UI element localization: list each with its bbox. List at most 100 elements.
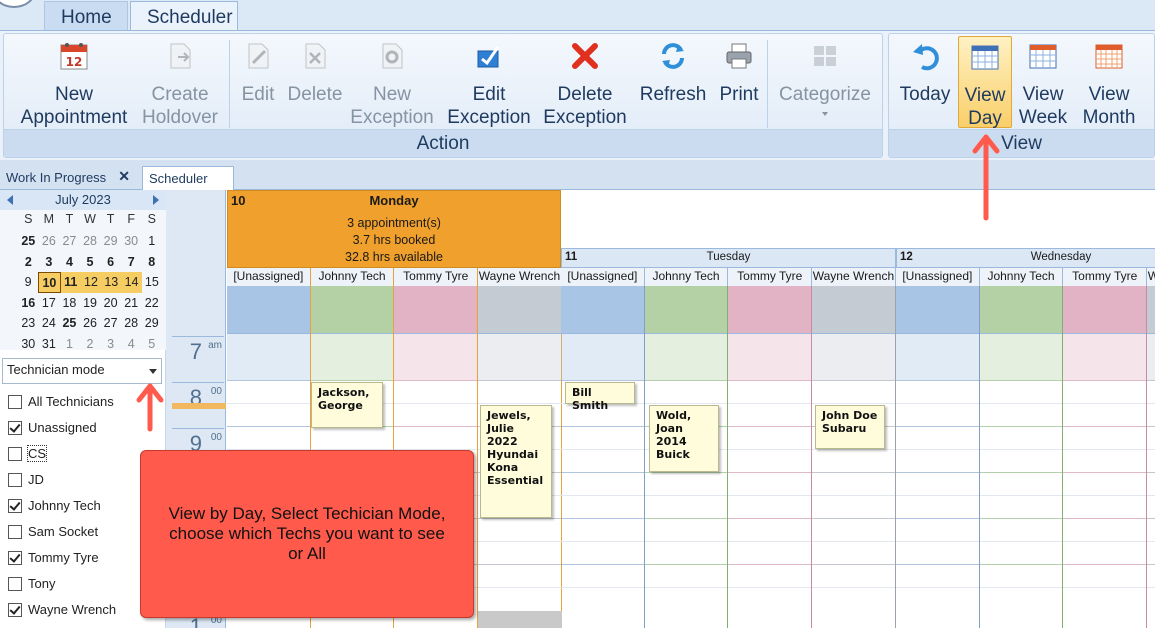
resource-header[interactable]: Wayne Wrench [478, 268, 562, 286]
appointment-card[interactable]: Wold, Joan 2014 Buick [649, 405, 719, 472]
calendar-day[interactable]: 25 [18, 231, 39, 252]
calendar-day[interactable]: 4 [59, 252, 80, 273]
calendar-day[interactable]: 5 [80, 252, 101, 273]
resource-column[interactable] [561, 286, 645, 628]
calendar-day[interactable]: 26 [39, 231, 60, 252]
categorize-button[interactable]: Categorize [774, 36, 876, 128]
all-day-area[interactable] [1147, 286, 1155, 334]
all-day-area[interactable] [478, 286, 561, 334]
all-day-area[interactable] [896, 286, 979, 334]
calendar-day[interactable]: 26 [80, 313, 101, 334]
calendar-day[interactable]: 9 [18, 272, 38, 293]
view-day-button[interactable]: View Day [958, 36, 1012, 129]
off-hours-slot[interactable] [644, 334, 728, 380]
off-hours-slot[interactable] [1063, 334, 1147, 380]
resource-column[interactable] [1063, 286, 1148, 628]
resource-header[interactable]: Wayne Wrench [812, 268, 896, 286]
technician-checkbox[interactable] [8, 525, 22, 539]
tab-scheduler[interactable]: Scheduler [130, 1, 238, 30]
appointment-card[interactable]: Jackson, George [311, 382, 383, 428]
calendar-day-selected[interactable]: 12 [80, 272, 102, 293]
resource-header[interactable]: Johnny Tech [310, 268, 395, 286]
calendar-day[interactable]: 31 [39, 334, 60, 355]
all-day-area[interactable] [310, 286, 394, 334]
technician-item[interactable]: Tommy Tyre [8, 549, 158, 575]
calendar-day[interactable]: 2 [80, 334, 101, 355]
calendar-day-selected[interactable]: 14 [121, 272, 142, 293]
calendar-day[interactable]: 28 [121, 313, 142, 334]
calendar-day[interactable]: 18 [59, 293, 80, 314]
technician-checkbox[interactable] [8, 421, 22, 435]
resource-column[interactable] [812, 286, 896, 628]
doc-tab-work-in-progress[interactable]: Work In Progress ✕ [0, 166, 140, 190]
technician-item[interactable]: JD [8, 471, 158, 497]
technician-checkbox[interactable] [8, 447, 22, 461]
delete-button[interactable]: Delete [284, 36, 346, 128]
off-hours-slot[interactable] [227, 334, 310, 380]
calendar-day[interactable]: 16 [18, 293, 39, 314]
print-button[interactable]: Print [712, 36, 766, 128]
resource-column[interactable] [1147, 286, 1155, 628]
all-day-area[interactable] [812, 286, 895, 334]
today-button[interactable]: Today [895, 36, 955, 128]
day-header-monday[interactable]: 10 Monday 3 appointment(s) 3.7 hrs booke… [227, 190, 561, 268]
resource-header[interactable]: Wayne Wrench [1147, 268, 1155, 286]
resource-header[interactable]: [Unassigned] [227, 268, 311, 286]
off-hours-slot[interactable] [812, 334, 895, 380]
calendar-day[interactable]: 6 [100, 252, 121, 273]
all-day-area[interactable] [1063, 286, 1147, 334]
calendar-day[interactable]: 29 [141, 313, 162, 334]
calendar-day[interactable]: 29 [100, 231, 121, 252]
calendar-day[interactable]: 3 [100, 334, 121, 355]
resource-header[interactable]: Tommy Tyre [728, 268, 813, 286]
technician-checkbox[interactable] [8, 473, 22, 487]
resource-column[interactable] [979, 286, 1064, 628]
calendar-day[interactable]: 17 [39, 293, 60, 314]
new-appointment-button[interactable]: 12 New Appointment [10, 36, 138, 128]
technician-mode-dropdown[interactable]: Technician mode [2, 358, 162, 384]
new-exception-button[interactable]: New Exception [349, 36, 435, 128]
technician-item[interactable]: CS [8, 445, 158, 471]
calendar-day[interactable]: 20 [100, 293, 121, 314]
calendar-day[interactable]: 1 [141, 231, 162, 252]
calendar-day-selected[interactable]: 13 [101, 272, 122, 293]
application-orb[interactable] [0, 0, 36, 8]
calendar-day[interactable]: 24 [39, 313, 60, 334]
delete-exception-button[interactable]: Delete Exception [539, 36, 631, 128]
all-day-area[interactable] [394, 286, 478, 334]
doc-tab-scheduler[interactable]: Scheduler [142, 166, 234, 190]
appointment-card[interactable]: Bill Smith [565, 382, 635, 412]
technician-item[interactable]: Wayne Wrench [8, 601, 158, 627]
calendar-day[interactable]: 1 [59, 334, 80, 355]
day-header-tuesday[interactable]: 11 Tuesday [561, 248, 896, 268]
all-day-area[interactable] [644, 286, 728, 334]
edit-exception-button[interactable]: Edit Exception [444, 36, 534, 128]
tab-home[interactable]: Home [44, 1, 128, 30]
calendar-day[interactable]: 27 [100, 313, 121, 334]
technician-checkbox[interactable] [8, 603, 22, 617]
technician-item[interactable]: Sam Socket [8, 523, 158, 549]
view-week-button[interactable]: View Week [1015, 36, 1071, 128]
technician-item[interactable]: Tony [8, 575, 158, 601]
calendar-day[interactable]: 30 [121, 231, 142, 252]
off-hours-slot[interactable] [561, 334, 644, 380]
calendar-day[interactable]: 3 [39, 252, 60, 273]
calendar-day[interactable]: 23 [18, 313, 39, 334]
resource-column[interactable] [896, 286, 980, 628]
technician-item[interactable]: Johnny Tech [8, 497, 158, 523]
all-day-area[interactable] [561, 286, 644, 334]
calendar-day-selected[interactable]: 11 [60, 272, 81, 293]
create-holdover-button[interactable]: Create Holdover [134, 36, 226, 128]
resource-header[interactable]: Tommy Tyre [394, 268, 479, 286]
technician-checkbox[interactable] [8, 499, 22, 513]
off-hours-slot[interactable] [728, 334, 812, 380]
calendar-day[interactable]: 30 [18, 334, 39, 355]
refresh-button[interactable]: Refresh [632, 36, 714, 128]
view-month-button[interactable]: View Month [1077, 36, 1141, 128]
edit-button[interactable]: Edit [232, 36, 284, 128]
calendar-day[interactable]: 7 [121, 252, 142, 273]
resource-column[interactable] [728, 286, 813, 628]
calendar-day[interactable]: 5 [141, 334, 162, 355]
calendar-day[interactable]: 15 [142, 272, 162, 293]
calendar-day[interactable]: 27 [59, 231, 80, 252]
